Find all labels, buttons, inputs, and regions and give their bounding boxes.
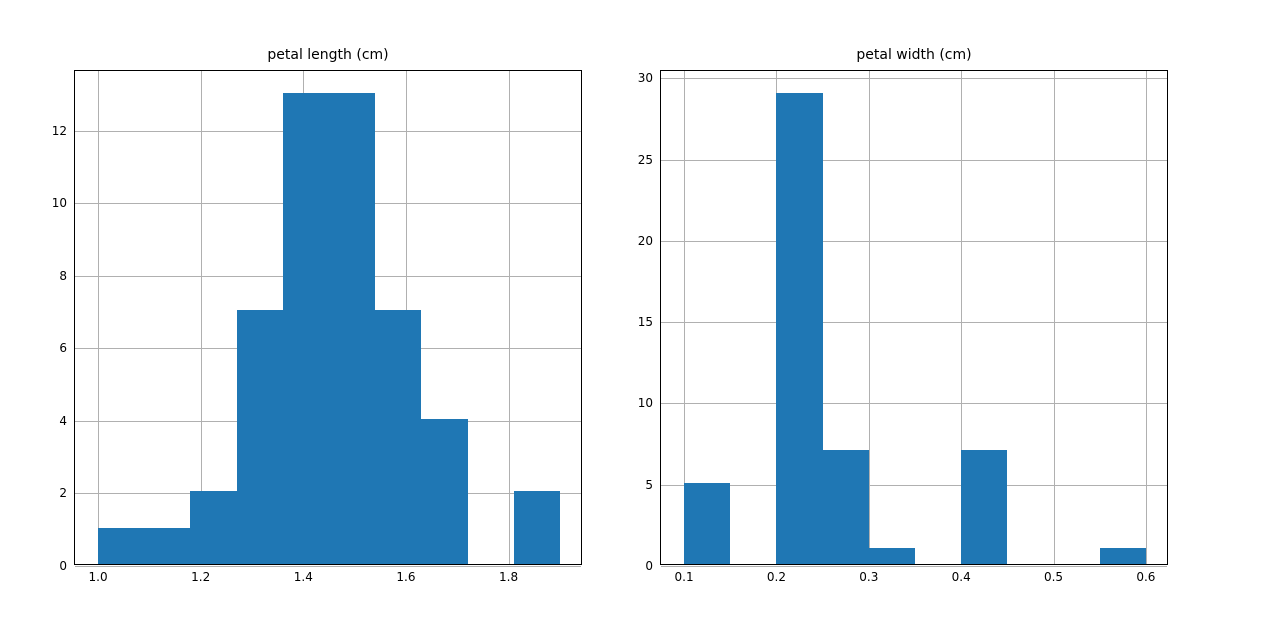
y-tick-label: 5 bbox=[645, 478, 653, 492]
grid-line bbox=[509, 71, 510, 564]
x-tick-label: 1.0 bbox=[89, 570, 108, 584]
histogram-bar bbox=[823, 450, 869, 564]
y-tick-label: 0 bbox=[645, 559, 653, 573]
x-tick-label: 1.4 bbox=[294, 570, 313, 584]
chart-title: petal length (cm) bbox=[75, 47, 581, 63]
grid-line bbox=[661, 322, 1167, 323]
y-tick-label: 25 bbox=[638, 153, 653, 167]
y-tick-label: 6 bbox=[59, 341, 67, 355]
grid-line bbox=[869, 71, 870, 564]
histogram-bar bbox=[375, 310, 421, 564]
subplot-petal-width: petal width (cm) 0.10.20.30.40.50.605101… bbox=[660, 70, 1168, 565]
figure: petal length (cm) 1.0 1.2 1.4 1.6 1.8 0 2 4 6 8 10… bbox=[0, 0, 1280, 623]
histogram-bar bbox=[329, 93, 375, 564]
grid-line bbox=[661, 403, 1167, 404]
y-tick-label: 10 bbox=[52, 196, 67, 210]
y-tick-label: 0 bbox=[59, 559, 67, 573]
y-tick-label: 30 bbox=[638, 71, 653, 85]
x-tick-label: 0.3 bbox=[859, 570, 878, 584]
grid-line bbox=[1146, 71, 1147, 564]
grid-line bbox=[661, 78, 1167, 79]
grid-line bbox=[661, 566, 1167, 567]
chart-title: petal width (cm) bbox=[661, 47, 1167, 63]
grid-line bbox=[661, 241, 1167, 242]
grid-line bbox=[75, 566, 581, 567]
y-tick-label: 20 bbox=[638, 234, 653, 248]
x-tick-label: 1.8 bbox=[499, 570, 518, 584]
x-tick-label: 1.2 bbox=[191, 570, 210, 584]
x-tick-label: 0.1 bbox=[675, 570, 694, 584]
y-tick-label: 4 bbox=[59, 414, 67, 428]
histogram-bar bbox=[1100, 548, 1146, 564]
x-tick-label: 1.6 bbox=[396, 570, 415, 584]
histogram-bar bbox=[237, 310, 283, 564]
histogram-bar bbox=[776, 93, 822, 564]
histogram-bar bbox=[98, 528, 144, 564]
x-tick-label: 0.5 bbox=[1044, 570, 1063, 584]
grid-line bbox=[1054, 71, 1055, 564]
y-tick-label: 2 bbox=[59, 486, 67, 500]
y-tick-label: 12 bbox=[52, 124, 67, 138]
histogram-bar bbox=[190, 491, 236, 564]
histogram-bar bbox=[514, 491, 560, 564]
y-tick-label: 8 bbox=[59, 269, 67, 283]
histogram-bar bbox=[421, 419, 467, 564]
y-tick-label: 15 bbox=[638, 315, 653, 329]
histogram-bar bbox=[283, 93, 329, 564]
grid-line bbox=[661, 160, 1167, 161]
grid-line bbox=[98, 71, 99, 564]
histogram-bar bbox=[961, 450, 1007, 564]
subplot-petal-length: petal length (cm) 1.01.21.41.61.80246810… bbox=[74, 70, 582, 565]
x-tick-label: 0.2 bbox=[767, 570, 786, 584]
y-tick-label: 10 bbox=[638, 396, 653, 410]
grid-line bbox=[661, 485, 1167, 486]
x-tick-label: 0.4 bbox=[952, 570, 971, 584]
grid-line bbox=[201, 71, 202, 564]
x-tick-label: 0.6 bbox=[1136, 570, 1155, 584]
histogram-bar bbox=[144, 528, 190, 564]
histogram-bar bbox=[684, 483, 730, 564]
histogram-bar bbox=[869, 548, 915, 564]
